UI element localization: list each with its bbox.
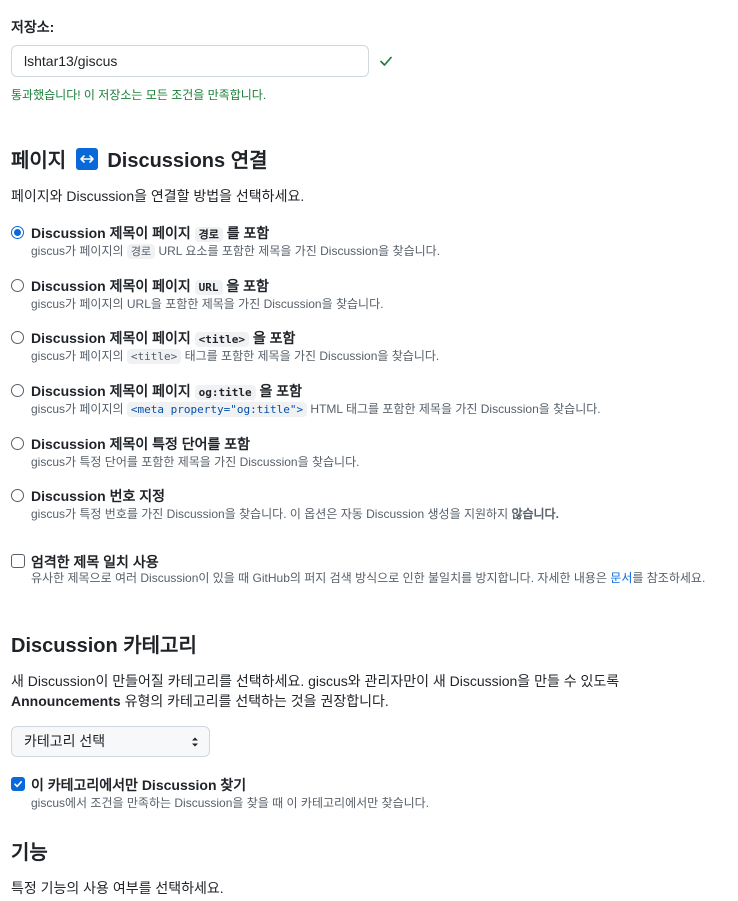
category-only-note: giscus에서 조건을 만족하는 Discussion을 찾을 때 이 카테고… [31,796,430,810]
category-only-checkbox[interactable] [11,777,25,791]
option-note: giscus가 페이지의 경로 URL 요소를 포함한 제목을 가진 Discu… [31,244,441,259]
category-select[interactable]: 카테고리 선택 [11,726,210,757]
radio-number[interactable] [11,489,24,502]
check-icon [380,56,392,66]
mapping-heading-post: Discussions 연결 [107,150,268,172]
option-note: giscus가 페이지의 <meta property="og:title"> … [31,402,601,417]
mapping-description: 페이지와 Discussion을 연결할 방법을 선택하세요. [11,188,305,204]
option-note: giscus가 특정 번호를 가진 Discussion을 찾습니다. 이 옵션… [31,507,559,521]
docs-link[interactable]: 문서 [610,571,632,585]
option-title: Discussion 제목이 특정 단어를 포함 [31,436,251,452]
features-heading: 기능 [11,842,48,864]
option-note: giscus가 페이지의 <title> 태그를 포함한 제목을 가진 Disc… [31,349,440,364]
mapping-heading: 페이지 Discussions 연결 [11,144,268,173]
radio-pathname[interactable] [11,226,24,239]
mapping-heading-pre: 페이지 [11,150,67,172]
option-title: Discussion 제목이 페이지 og:title 을 포함 [31,383,303,400]
category-select-value: 카테고리 선택 [24,733,106,749]
option-title: Discussion 번호 지정 [31,488,165,504]
option-title: Discussion 제목이 페이지 URL 을 포함 [31,278,269,295]
option-note: giscus가 페이지의 URL을 포함한 제목을 가진 Discussion을… [31,297,384,311]
arrow-both-icon [75,148,98,170]
option-note: giscus가 특정 단어를 포함한 제목을 가진 Discussion을 찾습… [31,455,360,469]
features-description: 특정 기능의 사용 여부를 선택하세요. [11,880,224,896]
repo-success-message: 통과했습니다! 이 저장소는 모든 조건을 만족합니다. [11,88,267,102]
strict-note: 유사한 제목으로 여러 Discussion이 있을 때 GitHub의 퍼지 … [31,571,706,585]
radio-specific-term[interactable] [11,437,24,450]
option-title: Discussion 제목이 페이지 경로 를 포함 [31,225,270,242]
chevron-up-down-icon [192,737,198,747]
radio-url[interactable] [11,279,24,292]
category-description: 새 Discussion이 만들어질 카테고리를 선택하세요. giscus와 … [11,673,620,709]
repo-input[interactable] [11,45,369,77]
option-title: Discussion 제목이 페이지 <title> 을 포함 [31,330,296,347]
strict-title: 엄격한 제목 일치 사용 [31,554,159,570]
category-only-title: 이 카테고리에서만 Discussion 찾기 [31,777,247,793]
radio-og-title[interactable] [11,384,24,397]
repo-label: 저장소: [11,19,55,35]
checkbox-check-icon [14,781,22,788]
strict-checkbox[interactable] [11,554,25,568]
category-heading: Discussion 카테고리 [11,635,197,657]
radio-title[interactable] [11,331,24,344]
